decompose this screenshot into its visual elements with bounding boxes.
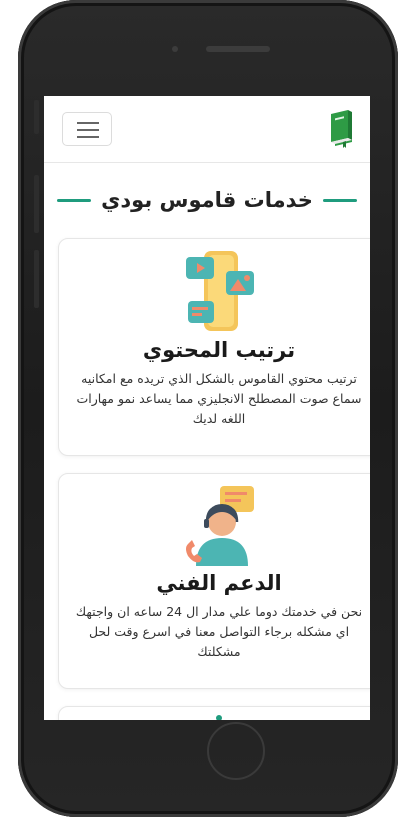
green-book-icon[interactable] xyxy=(328,108,356,148)
phone-media-icon xyxy=(186,251,254,331)
volume-down-button xyxy=(34,250,39,308)
service-card-technical-support: الدعم الفني نحن في خدمتك دوما علي مدار ا… xyxy=(58,473,370,689)
service-card-content-sorting: ترتيب المحتوي ترتيب محتوي القاموس بالشكل… xyxy=(58,238,370,456)
section-title: خدمات قاموس بودي xyxy=(101,188,313,212)
partial-icon xyxy=(216,715,222,720)
section-header: خدمات قاموس بودي xyxy=(44,180,370,220)
card-description: نحن في خدمتك دوما علي مدار ال 24 ساعه ان… xyxy=(75,604,363,659)
navbar xyxy=(44,96,370,163)
support-agent-icon xyxy=(186,486,254,566)
volume-up-button xyxy=(34,175,39,233)
card-title: ترتيب المحتوي xyxy=(142,338,296,362)
card-description: ترتيب محتوي القاموس بالشكل الذي تريده مع… xyxy=(76,371,362,426)
service-card-partial xyxy=(58,706,370,720)
hamburger-icon-bar xyxy=(77,129,99,131)
home-button[interactable] xyxy=(207,722,265,780)
hamburger-icon-bar xyxy=(77,122,99,124)
title-decoration-line xyxy=(57,198,92,202)
front-camera xyxy=(172,46,178,52)
screen: خدمات قاموس بودي ترتيب المحتوي ترتيب محت… xyxy=(44,96,370,720)
title-decoration-line xyxy=(322,198,357,202)
earpiece-speaker xyxy=(206,46,270,52)
card-title: الدعم الفني xyxy=(156,571,282,595)
mute-switch xyxy=(34,100,39,134)
menu-toggle-button[interactable] xyxy=(62,112,112,146)
hamburger-icon-bar xyxy=(77,136,99,138)
